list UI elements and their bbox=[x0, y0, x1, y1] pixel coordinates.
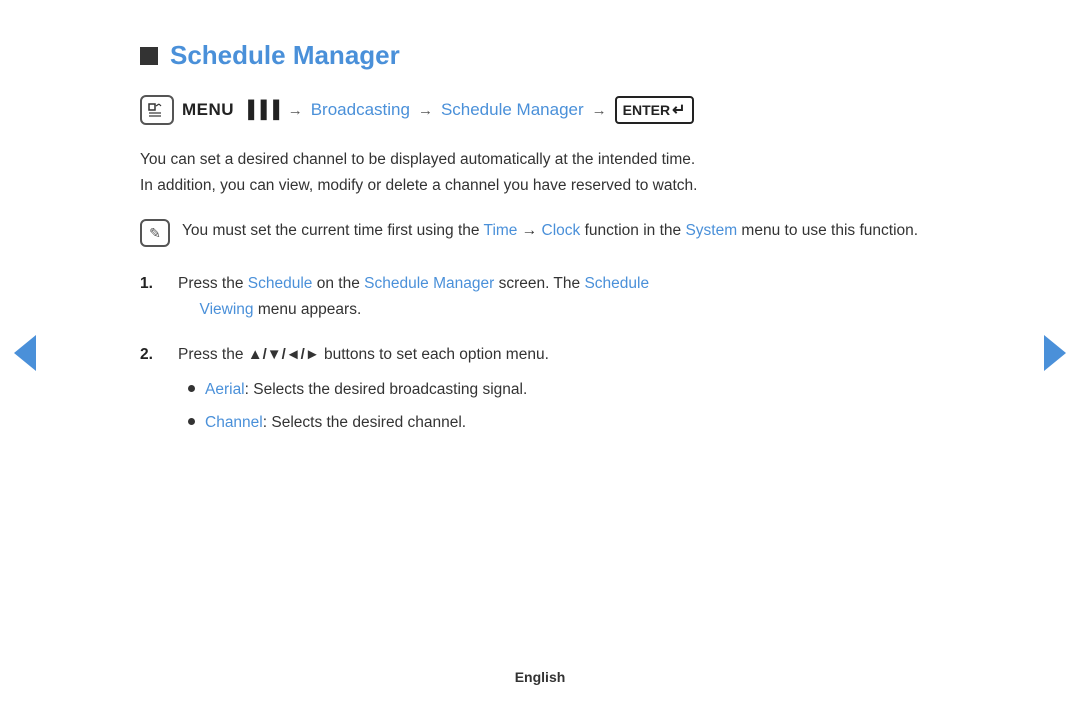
schedule-link: Schedule bbox=[248, 275, 313, 292]
schedule-manager-link: Schedule Manager bbox=[441, 100, 584, 120]
step-2-number: 2. bbox=[140, 342, 164, 368]
note-icon: ✎ bbox=[140, 219, 170, 247]
note-text: You must set the current time first usin… bbox=[182, 218, 918, 244]
menu-lines: ▐▐▐ bbox=[242, 100, 280, 120]
page-title: Schedule Manager bbox=[170, 40, 400, 71]
title-square-icon bbox=[140, 47, 158, 65]
bullet-aerial: Aerial: Selects the desired broadcasting… bbox=[178, 378, 940, 403]
nav-arrow-left[interactable] bbox=[14, 335, 36, 371]
schedule-manager-text-link: Schedule Manager bbox=[364, 275, 494, 292]
clock-link: Clock bbox=[542, 222, 581, 239]
menu-label: MENU bbox=[182, 100, 234, 120]
menu-icon bbox=[140, 95, 174, 125]
footer: English bbox=[0, 669, 1080, 685]
title-row: Schedule Manager bbox=[140, 40, 940, 71]
time-link: Time bbox=[484, 222, 518, 239]
channel-text: Channel: Selects the desired channel. bbox=[205, 411, 466, 436]
step-2-content: Press the ▲/▼/◄/► buttons to set each op… bbox=[178, 342, 940, 443]
broadcasting-link: Broadcasting bbox=[311, 100, 410, 120]
arrow-3: → bbox=[592, 102, 607, 119]
aerial-text: Aerial: Selects the desired broadcasting… bbox=[205, 378, 527, 403]
enter-icon: ENTER bbox=[615, 96, 694, 124]
note-row: ✎ You must set the current time first us… bbox=[140, 218, 940, 247]
aerial-link: Aerial bbox=[205, 381, 245, 398]
dpad-symbol: ▲/▼/◄/► bbox=[248, 346, 320, 363]
bullet-list: Aerial: Selects the desired broadcasting… bbox=[178, 378, 940, 436]
breadcrumb: MENU ▐▐▐ → Broadcasting → Schedule Manag… bbox=[140, 95, 940, 125]
arrow-2: → bbox=[418, 102, 433, 119]
step-1-number: 1. bbox=[140, 271, 164, 297]
bullet-channel: Channel: Selects the desired channel. bbox=[178, 411, 940, 436]
step-2: 2. Press the ▲/▼/◄/► buttons to set each… bbox=[140, 342, 940, 443]
arrow-1: → bbox=[288, 102, 303, 119]
main-content: Schedule Manager MENU ▐▐▐ → Broadcasting… bbox=[60, 0, 1020, 504]
step-1-content: Press the Schedule on the Schedule Manag… bbox=[178, 271, 940, 322]
nav-arrow-right[interactable] bbox=[1044, 335, 1066, 371]
step-1: 1. Press the Schedule on the Schedule Ma… bbox=[140, 271, 940, 322]
description-text: You can set a desired channel to be disp… bbox=[140, 147, 940, 198]
steps-list: 1. Press the Schedule on the Schedule Ma… bbox=[140, 271, 940, 443]
bullet-dot-2 bbox=[188, 418, 195, 425]
footer-language: English bbox=[515, 669, 566, 685]
channel-link: Channel bbox=[205, 414, 263, 431]
bullet-dot-1 bbox=[188, 385, 195, 392]
system-link: System bbox=[685, 222, 737, 239]
